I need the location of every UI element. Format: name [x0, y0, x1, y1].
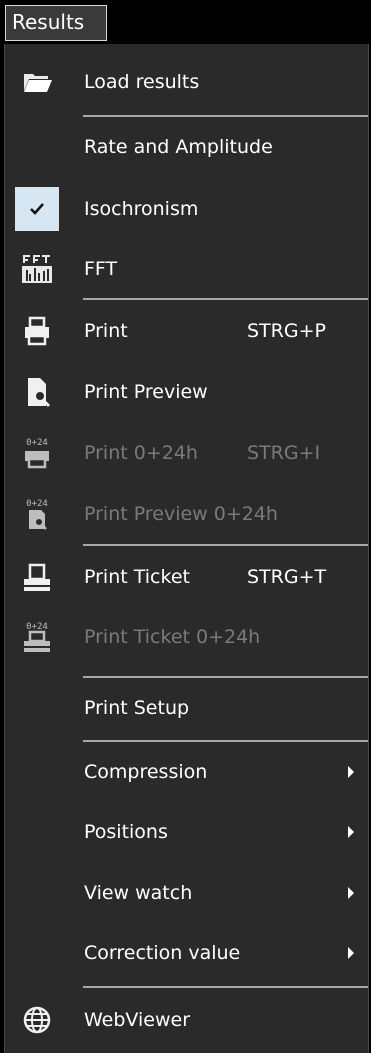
menu-bar: Results — [0, 0, 371, 44]
menu-item-label: Print 0+24h — [84, 442, 198, 464]
fft-icon — [19, 251, 55, 287]
menu-item-label: Print — [84, 320, 128, 342]
menu-item-print-ticket-0-24h[interactable]: 0+24 Print Ticket 0+24h — [5, 607, 368, 667]
submenu-arrow-icon — [348, 887, 354, 899]
menu-item-webviewer[interactable]: WebViewer — [5, 990, 368, 1050]
menu-item-isochronism[interactable]: Isochronism — [5, 179, 368, 239]
menu-item-label: Print Preview 0+24h — [84, 503, 278, 525]
menu-item-print-0-24h[interactable]: 0+24 Print 0+24h STRG+I — [5, 423, 368, 483]
menu-item-label: Correction value — [84, 942, 241, 964]
menu-item-compression[interactable]: Compression — [5, 742, 368, 802]
separator — [83, 298, 368, 300]
menu-item-label: Load results — [84, 71, 200, 93]
menu-item-label: Rate and Amplitude — [84, 136, 273, 158]
submenu-arrow-icon — [348, 766, 354, 778]
ticket-printer-icon — [19, 559, 55, 595]
submenu-arrow-icon — [348, 826, 354, 838]
separator — [83, 544, 368, 546]
results-menu-tab[interactable]: Results — [5, 5, 107, 41]
menu-item-print-ticket[interactable]: Print Ticket STRG+T — [5, 547, 368, 607]
results-dropdown-menu: Load results Rate and Amplitude Isochron… — [4, 44, 369, 1053]
checkmark-icon — [15, 187, 59, 231]
menu-item-label: View watch — [84, 882, 193, 904]
shortcut-label: STRG+I — [247, 442, 321, 464]
menu-item-print[interactable]: Print STRG+P — [5, 301, 368, 361]
shortcut-label: STRG+P — [247, 320, 326, 342]
submenu-arrow-icon — [348, 947, 354, 959]
menu-item-label: Compression — [84, 761, 208, 783]
svg-text:0+24: 0+24 — [26, 622, 48, 632]
folder-open-icon — [19, 64, 55, 100]
print-preview-icon — [19, 374, 55, 410]
menu-item-print-setup[interactable]: Print Setup — [5, 678, 368, 738]
shortcut-label: STRG+T — [247, 566, 327, 588]
menu-item-label: Positions — [84, 821, 168, 843]
menu-item-print-preview[interactable]: Print Preview — [5, 362, 368, 422]
printer-0-24-icon: 0+24 — [19, 435, 55, 471]
menu-item-label: Isochronism — [84, 198, 199, 220]
menu-item-rate-and-amplitude[interactable]: Rate and Amplitude — [5, 117, 368, 177]
menu-item-positions[interactable]: Positions — [5, 802, 368, 862]
globe-icon — [19, 1002, 55, 1038]
menu-item-label: Print Setup — [84, 697, 190, 719]
menu-item-label: WebViewer — [84, 1009, 191, 1031]
menu-item-load-results[interactable]: Load results — [5, 52, 368, 112]
svg-text:0+24: 0+24 — [26, 499, 48, 509]
printer-icon — [19, 313, 55, 349]
menu-item-correction-value[interactable]: Correction value — [5, 923, 368, 983]
ticket-printer-0-24-icon: 0+24 — [19, 619, 55, 655]
menu-item-label: Print Ticket 0+24h — [84, 626, 261, 648]
menu-item-label: FFT — [84, 258, 118, 280]
print-preview-0-24-icon: 0+24 — [19, 496, 55, 532]
menu-item-print-preview-0-24h[interactable]: 0+24 Print Preview 0+24h — [5, 484, 368, 544]
separator — [83, 986, 368, 988]
menu-item-label: Print Preview — [84, 381, 208, 403]
menu-item-view-watch[interactable]: View watch — [5, 863, 368, 923]
menu-item-fft[interactable]: FFT — [5, 239, 368, 299]
menu-item-label: Print Ticket — [84, 566, 190, 588]
svg-text:0+24: 0+24 — [26, 438, 48, 448]
